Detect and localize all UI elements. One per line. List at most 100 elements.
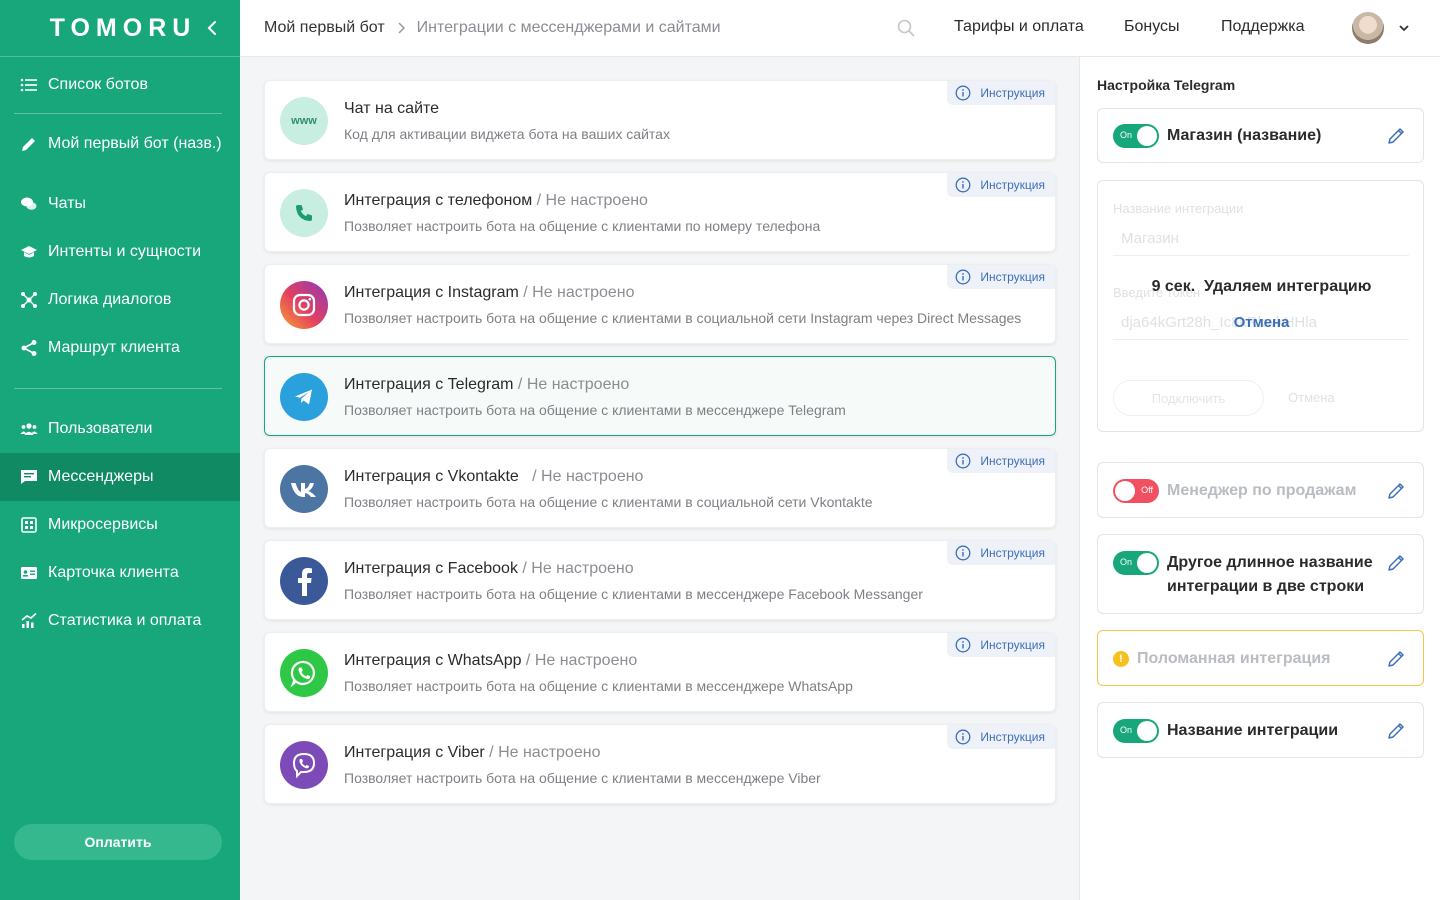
instruction-link[interactable]: Инструкция	[947, 541, 1055, 565]
integration-item-long-name[interactable]: On Другое длинное название интеграции в …	[1097, 534, 1424, 614]
integration-item-named[interactable]: On Название интеграции	[1097, 702, 1424, 758]
top-header: Мой первый бот Интеграции с мессенджерам…	[240, 0, 1440, 57]
integration-title: Интеграция с телефоном	[344, 192, 533, 209]
sidebar-item-label: Мой первый бот (назв.)	[48, 135, 222, 152]
whatsapp-icon	[280, 649, 328, 697]
instruction-link[interactable]: Инструкция	[947, 81, 1055, 105]
avatar[interactable]	[1352, 12, 1384, 44]
info-icon	[955, 637, 971, 653]
sidebar-item-intents[interactable]: Интенты и сущности	[0, 228, 240, 276]
integration-card-facebook[interactable]: Интеграция с Facebook / Не настроено Поз…	[264, 540, 1056, 620]
integration-status: / Не настроено	[518, 468, 644, 485]
instagram-icon	[280, 281, 328, 329]
collapse-sidebar-icon[interactable]	[204, 18, 220, 38]
ghost-value: Магазин	[1121, 230, 1179, 247]
instruction-link[interactable]: Инструкция	[947, 265, 1055, 289]
integration-card-vkontakte[interactable]: Интеграция с Vkontakte / Не настроено По…	[264, 448, 1056, 528]
breadcrumb-page: Интеграции с мессенджерами и сайтами	[416, 19, 721, 36]
info-icon	[955, 177, 971, 193]
integration-card-website[interactable]: www Чат на сайте Код для активации видже…	[264, 80, 1056, 160]
integration-desc: Позволяет настроить бота на общение с кл…	[344, 218, 821, 234]
integration-title: Интеграция с Instagram	[344, 284, 519, 301]
integration-desc: Позволяет настроить бота на общение с кл…	[344, 494, 873, 510]
graduation-cap-icon	[20, 243, 38, 261]
sidebar-item-bot-list[interactable]: Список ботов	[0, 61, 240, 109]
integration-item-shop[interactable]: On Магазин (название)	[1097, 108, 1424, 163]
support-link[interactable]: Поддержка	[1221, 18, 1304, 36]
instruction-link[interactable]: Инструкция	[947, 173, 1055, 197]
integration-status: / Не настроено	[518, 284, 635, 301]
chip-icon	[20, 516, 38, 534]
toggle-switch[interactable]: On	[1113, 124, 1159, 148]
integration-card-instagram[interactable]: Интеграция с Instagram / Не настроено По…	[264, 264, 1056, 344]
edit-pencil-icon[interactable]	[1386, 649, 1406, 669]
sidebar-item-messengers[interactable]: Мессенджеры	[0, 453, 240, 501]
integration-card-phone[interactable]: Интеграция с телефоном / Не настроено По…	[264, 172, 1056, 252]
integration-name: Магазин (название)	[1167, 127, 1322, 144]
telegram-settings-panel: Настройка Telegram On Магазин (название)…	[1079, 57, 1440, 900]
vk-icon	[280, 465, 328, 513]
sidebar: TOMORU Список ботов Мой первый бот (назв…	[0, 0, 240, 900]
sidebar-item-client-route[interactable]: Маршрут клиента	[0, 324, 240, 372]
undo-delete-button[interactable]: Отмена	[1098, 314, 1425, 331]
integration-status: / Не настроено	[521, 652, 638, 669]
integration-title: Чат на сайте	[344, 100, 440, 117]
info-icon	[955, 85, 971, 101]
ghost-connect-button: Подключить	[1113, 380, 1264, 416]
bonuses-link[interactable]: Бонусы	[1124, 18, 1180, 36]
sidebar-item-label: Статистика и оплата	[48, 612, 202, 629]
integration-name-line2: интеграции в две строки	[1167, 578, 1365, 595]
sidebar-item-chats[interactable]: Чаты	[0, 180, 240, 228]
edit-pencil-icon[interactable]	[1386, 126, 1406, 146]
sidebar-item-stats[interactable]: Статистика и оплата	[0, 597, 240, 645]
integration-title: Интеграция с Facebook	[344, 560, 518, 577]
tariffs-link[interactable]: Тарифы и оплата	[954, 18, 1084, 36]
toggle-switch[interactable]: On	[1113, 719, 1159, 743]
search-icon[interactable]	[896, 18, 916, 38]
integration-desc: Позволяет настроить бота на общение с кл…	[344, 678, 853, 694]
integration-card-telegram[interactable]: Интеграция с Telegram / Не настроено Поз…	[264, 356, 1056, 436]
toggle-switch[interactable]: Off	[1113, 479, 1159, 503]
deleting-message: 9 сек. Удаляем интеграцию	[1098, 278, 1425, 296]
id-card-icon	[20, 564, 38, 582]
integration-title: Интеграция с Telegram	[344, 376, 514, 393]
edit-pencil-icon[interactable]	[1386, 481, 1406, 501]
edit-pencil-icon[interactable]	[1386, 553, 1406, 573]
sidebar-item-current-bot[interactable]: Мой первый бот (назв.)	[0, 120, 240, 168]
integration-item-broken[interactable]: ! Поломанная интеграция	[1097, 630, 1424, 686]
sidebar-item-dialog-logic[interactable]: Логика диалогов	[0, 276, 240, 324]
sidebar-item-microservices[interactable]: Микросервисы	[0, 501, 240, 549]
integration-item-manager[interactable]: Off Менеджер по продажам	[1097, 462, 1424, 518]
edit-pencil-icon[interactable]	[1386, 721, 1406, 741]
integration-name: Название интеграции	[1167, 722, 1339, 739]
integration-card-whatsapp[interactable]: Интеграция с WhatsApp / Не настроено Поз…	[264, 632, 1056, 712]
instruction-label: Инструкция	[980, 86, 1045, 100]
instruction-link[interactable]: Инструкция	[947, 449, 1055, 473]
integration-title: Интеграция с Vkontakte	[344, 468, 519, 485]
sidebar-item-label: Интенты и сущности	[48, 243, 202, 260]
instruction-link[interactable]: Инструкция	[947, 633, 1055, 657]
info-icon	[955, 269, 971, 285]
sidebar-item-label: Маршрут клиента	[48, 339, 180, 356]
instruction-label: Инструкция	[980, 730, 1045, 744]
integration-name: Поломанная интеграция	[1137, 650, 1331, 667]
breadcrumb-bot[interactable]: Мой первый бот	[264, 19, 385, 37]
sidebar-item-client-card[interactable]: Карточка клиента	[0, 549, 240, 597]
instruction-link[interactable]: Инструкция	[947, 725, 1055, 749]
integration-desc: Позволяет настроить бота на общение с кл…	[344, 402, 846, 418]
pay-button[interactable]: Оплатить	[14, 824, 222, 860]
sidebar-item-label: Логика диалогов	[48, 291, 172, 308]
deleting-label: Удаляем интеграцию	[1204, 278, 1372, 295]
integration-desc: Позволяет настроить бота на общение с кл…	[344, 310, 1022, 326]
logo-row: TOMORU	[0, 0, 240, 57]
deleting-integration-card: Название интеграции Магазин Введите токе…	[1097, 180, 1424, 432]
integration-card-viber[interactable]: Интеграция с Viber / Не настроено Позвол…	[264, 724, 1056, 804]
sidebar-item-users[interactable]: Пользователи	[0, 405, 240, 453]
integration-name: Менеджер по продажам	[1167, 482, 1357, 499]
ghost-label: Название интеграции	[1113, 201, 1244, 216]
toggle-switch[interactable]: On	[1113, 551, 1159, 575]
facebook-icon	[280, 557, 328, 605]
sidebar-item-label: Микросервисы	[48, 516, 158, 533]
chevron-down-icon[interactable]	[1398, 22, 1410, 34]
integration-status: / Не настроено	[532, 192, 648, 209]
